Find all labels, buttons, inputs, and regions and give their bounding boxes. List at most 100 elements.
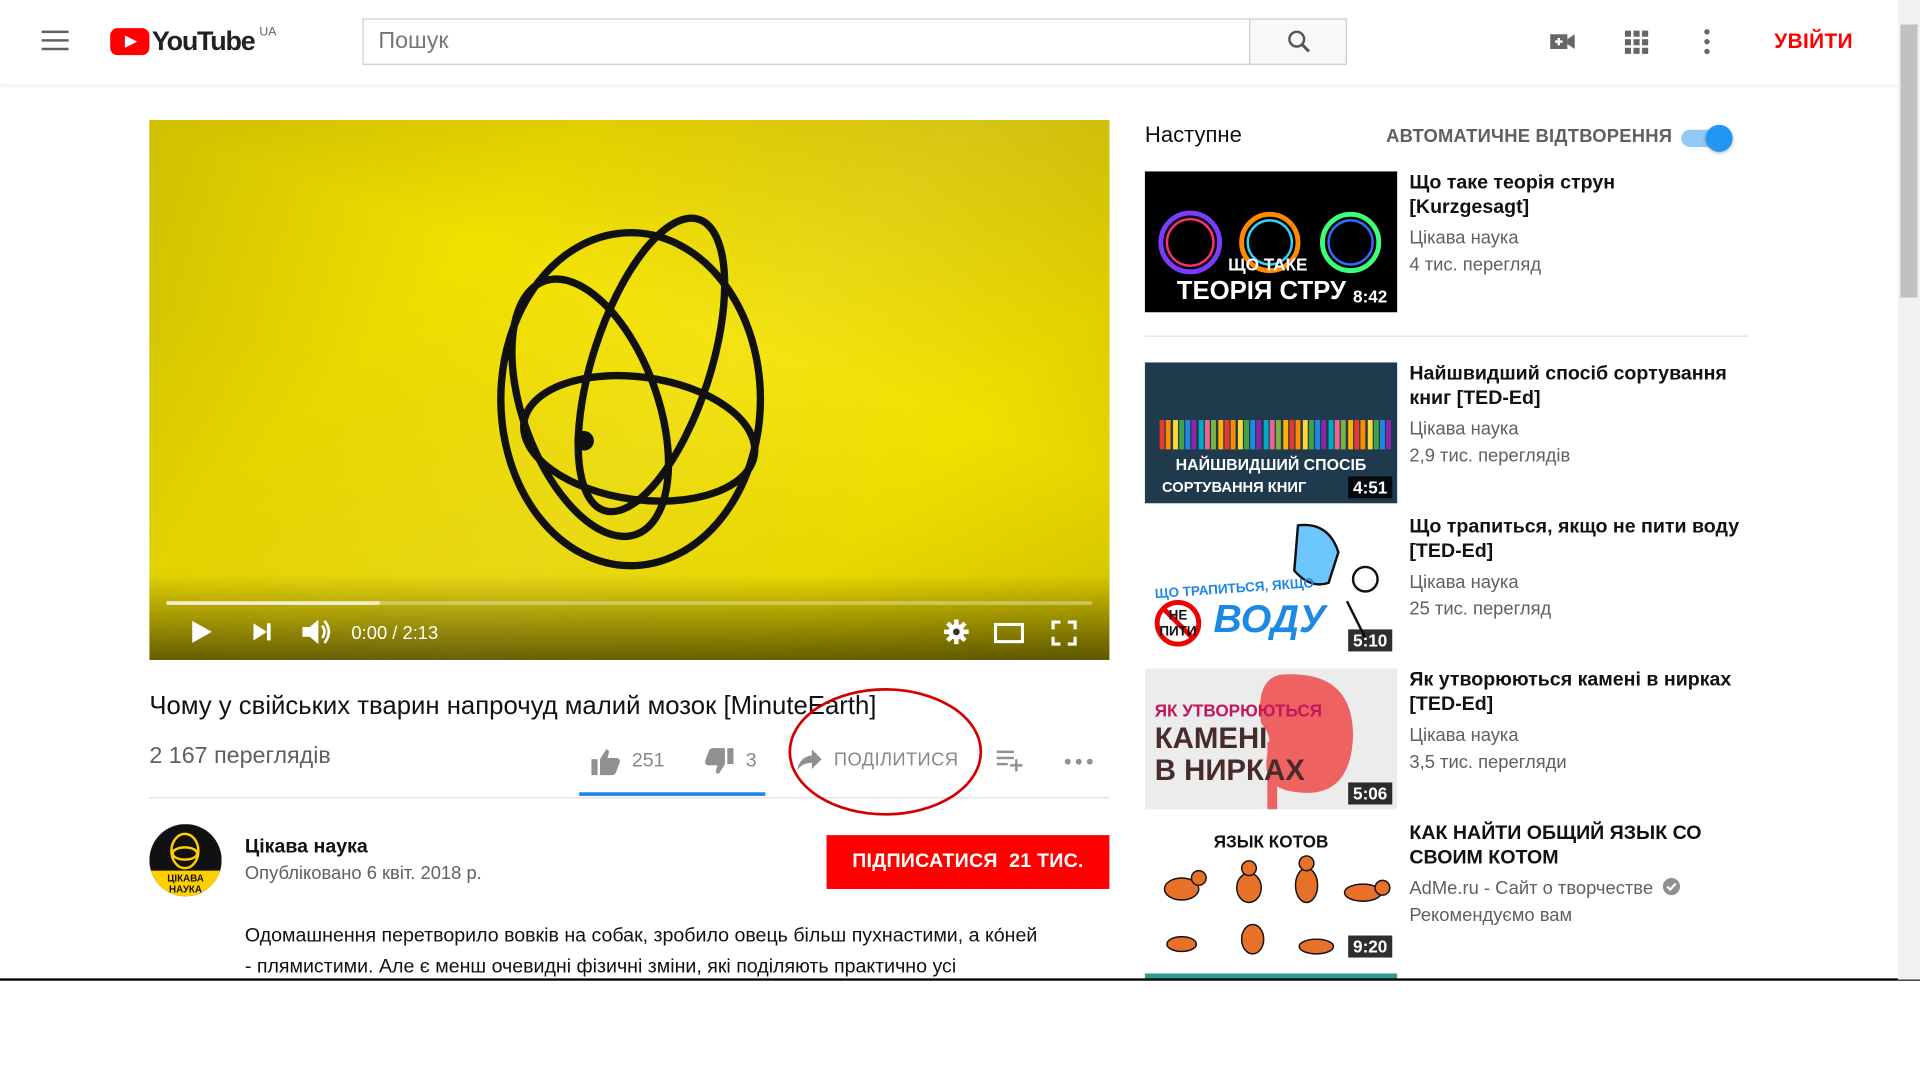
related-views: 25 тис. перегляд <box>1409 598 1552 620</box>
related-title[interactable]: Що таке теорія струн [Kurzgesagt] <box>1409 171 1740 220</box>
thumb-text: ЩО ТАКЕ <box>1228 254 1308 275</box>
duration-badge: 4:51 <box>1348 476 1393 499</box>
menu-icon[interactable] <box>41 30 71 53</box>
book-spine <box>1179 420 1184 450</box>
related-channel: AdMe.ru - Сайт о творчестве <box>1409 877 1681 899</box>
related-views: Рекомендуємо вам <box>1409 904 1573 926</box>
page: YouTube UA Пошук УВІЙТИ 0:00 / 2:13 Чому… <box>0 0 1920 1080</box>
related-video[interactable]: ЩО ТРАПИТЬСЯ, ЯКЩО ВОДУ НЕ ПИТИ 5:10 Що … <box>1144 515 1757 657</box>
next-icon[interactable] <box>250 620 274 644</box>
duration-badge: 5:06 <box>1348 782 1393 805</box>
thumb-text: КАМЕНІ <box>1154 722 1268 756</box>
scrollbar-thumb[interactable] <box>1900 24 1918 298</box>
book-spine <box>1172 420 1178 450</box>
channel-avatar[interactable]: ЦІКАВА НАУКА <box>149 824 222 897</box>
related-video[interactable]: ЯК УТВОРЮЮТЬСЯ КАМЕНІ В НИРКАХ 5:06 Як у… <box>1144 668 1757 810</box>
related-channel: Цікава наука <box>1409 724 1519 746</box>
video-thumbnail[interactable]: НАЙШВИДШИЙ СПОСІБ СОРТУВАННЯ КНИГ 4:51 <box>1144 362 1398 504</box>
scrollbar[interactable] <box>1897 0 1920 980</box>
theater-mode-icon[interactable] <box>993 621 1025 645</box>
book-spine <box>1302 420 1308 450</box>
video-player[interactable]: 0:00 / 2:13 <box>149 120 1110 661</box>
thumbs-down-icon <box>705 748 734 774</box>
related-video[interactable]: НАЙШВИДШИЙ СПОСІБ СОРТУВАННЯ КНИГ 4:51 Н… <box>1144 362 1757 504</box>
video-description: Одомашнення перетворило вовків на собак,… <box>245 921 1114 982</box>
thumb-text: НАЙШВИДШИЙ СПОСІБ <box>1175 455 1367 474</box>
dislike-button[interactable]: 3 <box>703 747 757 776</box>
search-input[interactable]: Пошук <box>362 18 1251 65</box>
duration-badge: 9:20 <box>1348 935 1393 958</box>
subscribe-label: ПІДПИСАТИСЯ <box>852 851 998 872</box>
related-views: 3,5 тис. перегляди <box>1409 751 1567 773</box>
book-spine <box>1192 420 1197 450</box>
youtube-logo[interactable]: YouTube UA <box>110 25 277 56</box>
more-horizontal-icon[interactable] <box>1063 753 1095 770</box>
video-thumbnail[interactable]: ЯК УТВОРЮЮТЬСЯ КАМЕНІ В НИРКАХ 5:06 <box>1144 668 1398 810</box>
more-vertical-icon[interactable] <box>1692 27 1721 56</box>
book-spine <box>1205 420 1210 450</box>
related-title[interactable]: Як утворюються камені в нирках [TED-Ed] <box>1409 669 1740 718</box>
verified-check-icon <box>1663 877 1681 896</box>
book-spine <box>1159 420 1165 450</box>
description-line: Одомашнення перетворило вовків на собак,… <box>244 925 1038 947</box>
youtube-play-icon <box>110 28 150 56</box>
related-title[interactable]: КАК НАЙТИ ОБЩИЙ ЯЗЫК СО СВОИМ КОТОМ <box>1409 822 1740 871</box>
autoplay-toggle[interactable] <box>1681 124 1735 152</box>
dislike-count: 3 <box>745 750 757 772</box>
related-channel-name: AdMe.ru - Сайт о творчестве <box>1409 877 1654 899</box>
thumb-text: ТЕОРІЯ СТРУ <box>1176 276 1346 305</box>
time-display: 0:00 / 2:13 <box>351 623 439 645</box>
book-spine <box>1224 420 1230 450</box>
book-spine <box>1276 420 1282 450</box>
settings-gear-icon[interactable] <box>943 618 970 645</box>
related-video[interactable]: ЩО ТАКЕ ТЕОРІЯ СТРУ 8:42 Що таке теорія … <box>1144 171 1757 313</box>
related-channel: Цікава наука <box>1409 571 1519 593</box>
book-spine <box>1256 420 1262 450</box>
buffered-bar <box>166 601 380 605</box>
search-button[interactable] <box>1248 18 1347 65</box>
volume-icon[interactable] <box>299 616 333 648</box>
book-spine <box>1386 420 1392 450</box>
related-channel: Цікава наука <box>1409 227 1519 249</box>
related-video[interactable]: ЯЗЫК КОТОВ 9:20 КАК НАЙТИ ОБЩИЙ ЯЗЫК СО … <box>1144 821 1757 963</box>
video-title: Чому у свійських тварин напрочуд малий м… <box>149 691 877 721</box>
related-title[interactable]: Що трапиться, якщо не пити воду [TED-Ed] <box>1409 516 1740 565</box>
book-spine <box>1269 420 1275 450</box>
book-spine <box>1237 420 1243 450</box>
region-code: UA <box>259 25 277 39</box>
book-spine <box>1367 420 1373 450</box>
like-button[interactable]: 251 <box>590 747 665 776</box>
masthead: YouTube UA Пошук УВІЙТИ <box>0 0 1898 86</box>
book-spine <box>1295 420 1301 450</box>
subscriber-count: 21 ТИС. <box>1009 851 1084 872</box>
view-count: 2 167 переглядів <box>149 743 331 769</box>
book-spine <box>1282 420 1288 450</box>
sign-in-button[interactable]: УВІЙТИ <box>1774 29 1853 53</box>
book-spine <box>1289 420 1295 450</box>
add-to-playlist-icon[interactable] <box>996 747 1025 774</box>
thumb-text: НЕ ПИТИ <box>1159 608 1197 640</box>
subscribe-button[interactable]: ПІДПИСАТИСЯ 21 ТИС. <box>826 835 1110 889</box>
channel-name[interactable]: Цікава наука <box>245 836 368 858</box>
book-spine <box>1315 420 1321 450</box>
play-icon[interactable] <box>186 617 215 646</box>
video-thumbnail[interactable]: ЩО ТАКЕ ТЕОРІЯ СТРУ 8:42 <box>1144 171 1398 313</box>
book-spine <box>1347 420 1353 450</box>
search-icon <box>1288 30 1311 53</box>
thumb-text: ЯК УТВОРЮЮТЬСЯ <box>1154 700 1323 721</box>
progress-bar[interactable] <box>166 601 1093 605</box>
book-spine <box>1360 420 1366 450</box>
book-spine <box>1328 420 1334 450</box>
related-views: 2,9 тис. переглядів <box>1409 445 1571 467</box>
create-video-icon[interactable] <box>1548 27 1577 56</box>
related-title[interactable]: Найшвидший спосіб сортування книг [TED-E… <box>1409 362 1740 411</box>
avatar-text-line2: НАУКА <box>169 885 202 896</box>
duration-badge: 8:42 <box>1348 285 1393 308</box>
thumb-text: ВОДУ <box>1213 596 1326 641</box>
video-thumbnail[interactable]: ЯЗЫК КОТОВ 9:20 <box>1144 821 1398 963</box>
book-spine <box>1380 420 1386 450</box>
apps-grid-icon[interactable] <box>1621 27 1650 56</box>
fullscreen-icon[interactable] <box>1051 620 1078 647</box>
video-thumbnail[interactable]: ЩО ТРАПИТЬСЯ, ЯКЩО ВОДУ НЕ ПИТИ 5:10 <box>1144 515 1398 657</box>
book-spine <box>1250 420 1256 450</box>
